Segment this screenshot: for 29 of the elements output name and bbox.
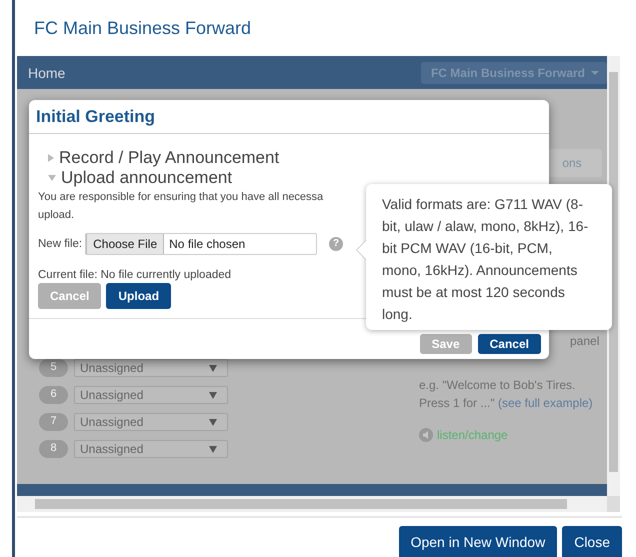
number-badge: 5 [39,359,68,377]
option-select[interactable]: Unassigned [74,413,228,431]
home-link[interactable]: Home [28,64,66,80]
modal-footer-button[interactable]: Cancel [478,334,541,354]
current-file-text: Current file: No file currently uploaded [38,269,232,281]
modal-title: Initial Greeting [29,100,549,134]
example-link[interactable]: (see full example) [498,396,593,410]
upload-action-button[interactable]: Upload [106,283,172,309]
window-title: FC Main Business Forward [33,17,252,40]
number-badge: 6 [39,386,68,404]
popover-text: Valid formats are: G711 WAV (8-bit, ulaw / alaw, mono, 8kHz), 16-bit PCM WAV (16-bit, PCM, mono, 16kHz). Announcements must be at most 120 seconds long. [382,195,590,324]
section-label[interactable]: Record / Play Announcement [59,148,280,168]
option-select[interactable]: Unassigned [74,386,228,404]
section-label[interactable]: Upload announcement [61,168,232,188]
footer-button[interactable]: Open in New Window [398,526,558,557]
number-badge: 7 [39,413,68,431]
footer-button[interactable]: Close [562,526,622,557]
example-text: e.g. "Welcome to Bob's Tires. Press 1 for ..." (see full example) [419,377,594,412]
file-label: New file: [38,238,82,250]
notice-text: upload. [38,208,74,223]
help-icon[interactable]: ? [329,237,344,251]
file-status: No file chosen [168,237,246,251]
notice-text: You are responsible for ensuring that you have all necessa [38,190,324,205]
file-field[interactable]: Choose File No file chosen [85,233,318,255]
choose-file-button[interactable]: Choose File [86,234,164,254]
option-select[interactable]: Unassigned [74,359,228,377]
option-select[interactable]: Unassigned [74,440,228,458]
number-badge: 8 [39,440,68,458]
note-text: panel [570,334,600,348]
